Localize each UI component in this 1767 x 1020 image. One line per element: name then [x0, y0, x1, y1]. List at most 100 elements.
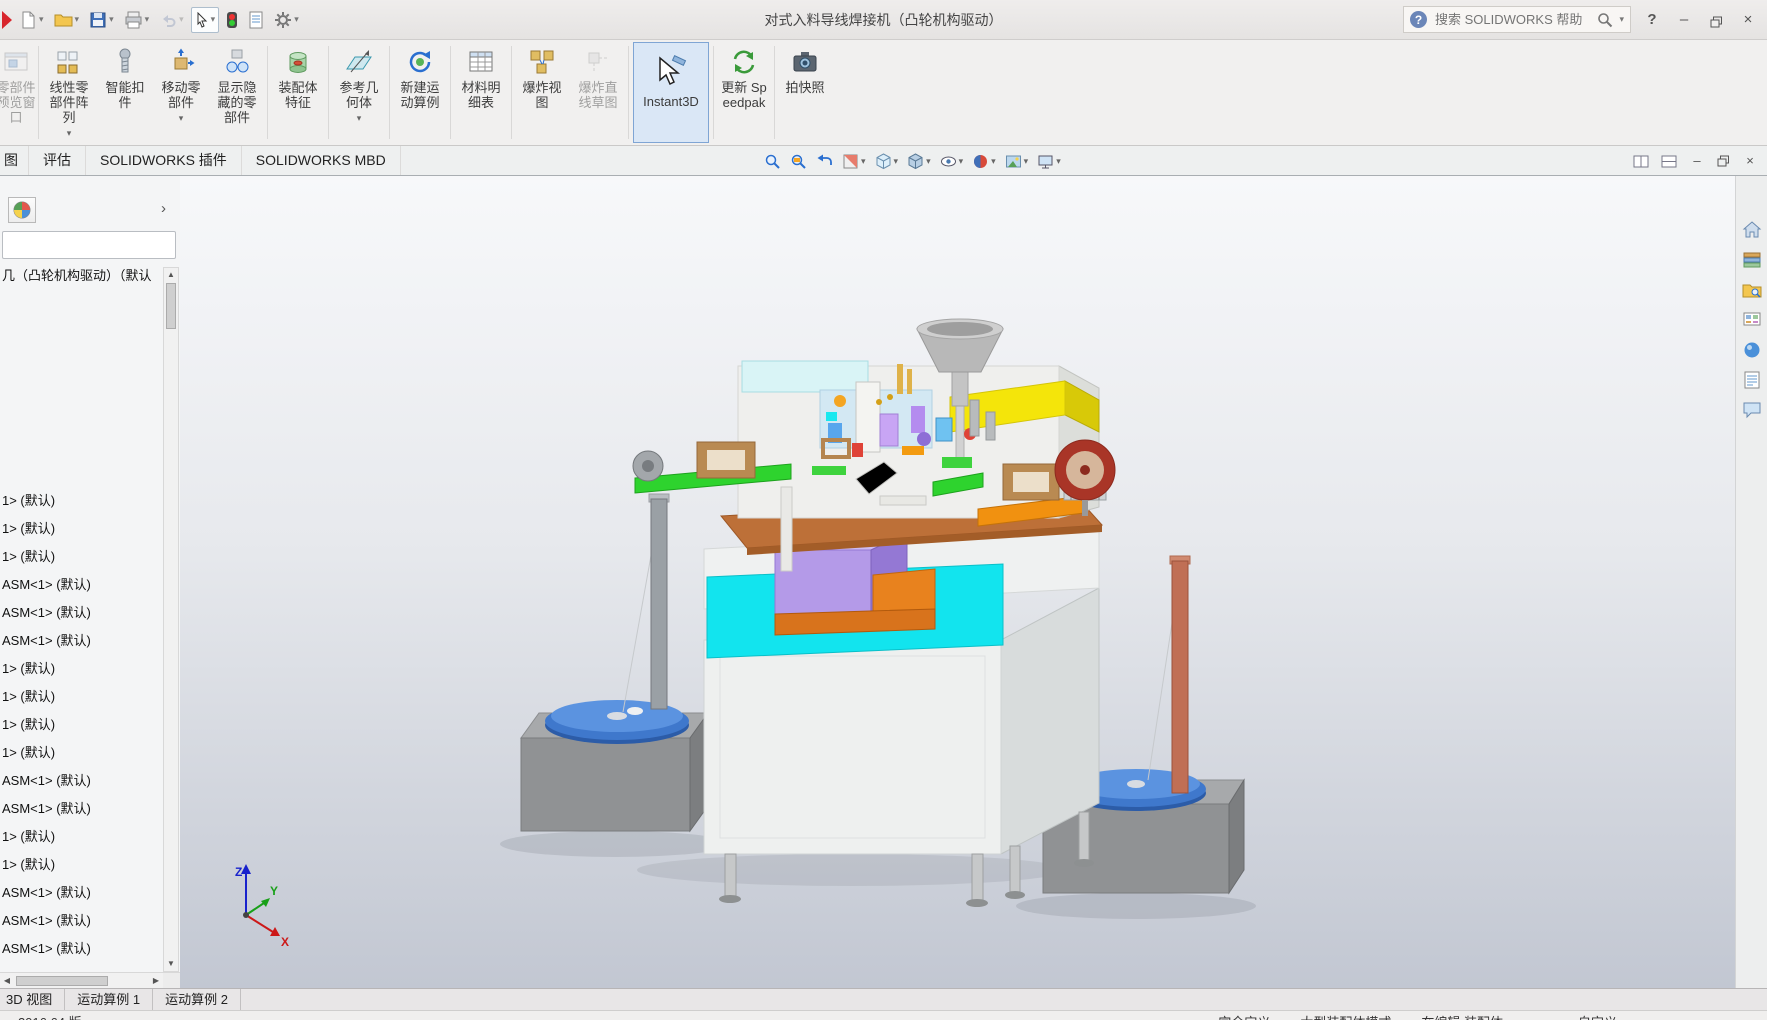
- tree-horizontal-scrollbar[interactable]: ◀ ▶: [0, 972, 163, 988]
- previous-view-button[interactable]: [816, 153, 833, 170]
- feature-manager-tab-button[interactable]: [8, 197, 36, 223]
- tree-item[interactable]: ASM<1> (默认): [0, 599, 161, 627]
- tree-item[interactable]: 1> (默认): [0, 515, 161, 543]
- chevron-down-icon[interactable]: ▾: [1056, 156, 1061, 167]
- chevron-down-icon[interactable]: ▾: [294, 14, 299, 25]
- tab-motion-study-1[interactable]: 运动算例 1: [65, 989, 154, 1010]
- machine-3d-model[interactable]: Z X Y: [180, 176, 1735, 988]
- split-pane-horizontal-icon[interactable]: [1661, 155, 1677, 168]
- tree-item[interactable]: ASM<1> (默认): [0, 879, 161, 907]
- graphics-viewport[interactable]: Z X Y: [180, 176, 1735, 988]
- chevron-down-icon[interactable]: ▾: [959, 156, 964, 167]
- ribbon-button-smart-fasteners[interactable]: 智能扣件: [97, 40, 153, 145]
- ribbon-button-assembly-features[interactable]: 装配体特征: [270, 40, 326, 145]
- scroll-left-icon[interactable]: ◀: [0, 973, 14, 989]
- document-close-button[interactable]: ×: [1742, 150, 1758, 172]
- tree-item[interactable]: ASM<1> (默认): [0, 907, 161, 935]
- scrollbar-thumb[interactable]: [166, 283, 176, 329]
- custom-properties-icon[interactable]: [1742, 370, 1762, 390]
- appearances-icon[interactable]: [1742, 340, 1762, 360]
- open-button[interactable]: ▾: [51, 7, 83, 33]
- chevron-down-icon[interactable]: ▾: [179, 111, 184, 126]
- chevron-down-icon[interactable]: ▾: [894, 156, 899, 167]
- scroll-up-icon[interactable]: ▲: [164, 268, 178, 282]
- select-tool-button[interactable]: ▾: [190, 6, 220, 33]
- chevron-down-icon[interactable]: ▾: [1024, 156, 1029, 167]
- chevron-down-icon[interactable]: ▾: [357, 111, 362, 126]
- tree-item[interactable]: 1> (默认): [0, 655, 161, 683]
- tab-3d-views[interactable]: 3D 视图: [0, 989, 66, 1010]
- chevron-down-icon[interactable]: ▾: [211, 14, 216, 25]
- tab-solidworks-addins[interactable]: SOLIDWORKS 插件: [86, 146, 242, 175]
- scroll-right-icon[interactable]: ▶: [149, 973, 163, 989]
- ribbon-button-exploded-view[interactable]: 爆炸视图: [514, 40, 570, 145]
- chevron-down-icon[interactable]: ▾: [145, 14, 150, 25]
- design-library-icon[interactable]: [1742, 250, 1762, 270]
- chevron-down-icon[interactable]: ▾: [39, 14, 44, 25]
- tree-item[interactable]: ASM<1> (默认): [0, 627, 161, 655]
- tree-item[interactable]: ASM<1> (默认): [0, 795, 161, 823]
- tree-item[interactable]: 1> (默认): [0, 711, 161, 739]
- chevron-down-icon[interactable]: ▾: [861, 156, 866, 167]
- chevron-down-icon[interactable]: ▾: [991, 156, 996, 167]
- view-orientation-button[interactable]: ▾: [875, 152, 899, 170]
- options-button[interactable]: ▾: [271, 7, 302, 33]
- tree-filter-box[interactable]: [2, 231, 176, 259]
- restore-button[interactable]: [1705, 11, 1727, 28]
- tree-item[interactable]: ASM<1> (默认): [0, 935, 161, 963]
- document-minimize-button[interactable]: –: [1689, 150, 1705, 172]
- display-style-button[interactable]: ▾: [907, 152, 931, 170]
- chevron-down-icon[interactable]: ▾: [1619, 14, 1624, 25]
- scroll-down-icon[interactable]: ▼: [164, 957, 178, 971]
- status-customize[interactable]: 自定义: [1578, 1012, 1617, 1020]
- tab-solidworks-mbd[interactable]: SOLIDWORKS MBD: [242, 146, 401, 175]
- panel-flyout-chevron-icon[interactable]: ›: [161, 200, 166, 217]
- ribbon-button-update-speedpak[interactable]: 更新 Speedpak: [716, 40, 772, 145]
- tree-item[interactable]: ASM<1> (默认): [0, 571, 161, 599]
- ribbon-button-move-component[interactable]: 移动零部件 ▾: [153, 40, 209, 145]
- chevron-down-icon[interactable]: ▾: [75, 14, 80, 25]
- document-restore-button[interactable]: [1717, 155, 1730, 167]
- section-view-button[interactable]: ▾: [842, 153, 866, 170]
- file-properties-button[interactable]: [245, 7, 267, 33]
- rebuild-button[interactable]: [223, 7, 241, 33]
- tree-vertical-scrollbar[interactable]: ▲ ▼: [163, 267, 179, 972]
- save-button[interactable]: ▾: [86, 7, 117, 33]
- help-button[interactable]: ?: [1641, 9, 1663, 31]
- forum-icon[interactable]: [1742, 400, 1762, 420]
- view-palette-icon[interactable]: [1742, 310, 1762, 330]
- view-settings-button[interactable]: ▾: [1037, 153, 1061, 170]
- zoom-fit-button[interactable]: [764, 153, 781, 170]
- minimize-button[interactable]: –: [1673, 9, 1695, 31]
- ribbon-button-instant3d[interactable]: Instant3D: [633, 42, 709, 143]
- search-icon[interactable]: [1597, 12, 1613, 28]
- file-explorer-icon[interactable]: [1742, 280, 1762, 300]
- ribbon-button-show-hidden-components[interactable]: 显示隐藏的零部件: [209, 40, 265, 145]
- split-pane-vertical-icon[interactable]: [1633, 155, 1649, 168]
- chevron-down-icon[interactable]: ▾: [926, 156, 931, 167]
- help-search-box[interactable]: ? ▾: [1403, 6, 1631, 33]
- ribbon-button-take-snapshot[interactable]: 拍快照: [777, 40, 833, 145]
- ribbon-button-bill-of-materials[interactable]: 材料明细表: [453, 40, 509, 145]
- edit-appearance-button[interactable]: ▾: [972, 153, 996, 170]
- close-button[interactable]: ×: [1737, 9, 1759, 31]
- search-input[interactable]: [1433, 11, 1592, 28]
- ribbon-button-new-motion-study[interactable]: 新建运动算例: [392, 40, 448, 145]
- chevron-down-icon[interactable]: ▾: [109, 14, 114, 25]
- zoom-area-button[interactable]: [790, 153, 807, 170]
- tree-item[interactable]: ASM<1> (默认): [0, 767, 161, 795]
- tab-motion-study-2[interactable]: 运动算例 2: [153, 989, 241, 1010]
- ribbon-button-linear-pattern[interactable]: 线性零部件阵列 ▾: [41, 40, 97, 145]
- hide-show-items-button[interactable]: ▾: [940, 153, 964, 170]
- assembly-root-item[interactable]: 几（凸轮机构驱动）（默认: [2, 264, 160, 288]
- apply-scene-button[interactable]: ▾: [1005, 153, 1029, 170]
- new-document-button[interactable]: ▾: [16, 7, 47, 33]
- tab-evaluate[interactable]: 评估: [29, 146, 86, 175]
- tree-item[interactable]: 1> (默认): [0, 487, 161, 515]
- tree-item[interactable]: 1> (默认): [0, 683, 161, 711]
- home-icon[interactable]: [1742, 220, 1762, 240]
- tree-item[interactable]: 1> (默认): [0, 543, 161, 571]
- tree-item[interactable]: 1> (默认): [0, 739, 161, 767]
- tab-sketch[interactable]: 图: [0, 146, 29, 175]
- print-button[interactable]: ▾: [121, 7, 153, 33]
